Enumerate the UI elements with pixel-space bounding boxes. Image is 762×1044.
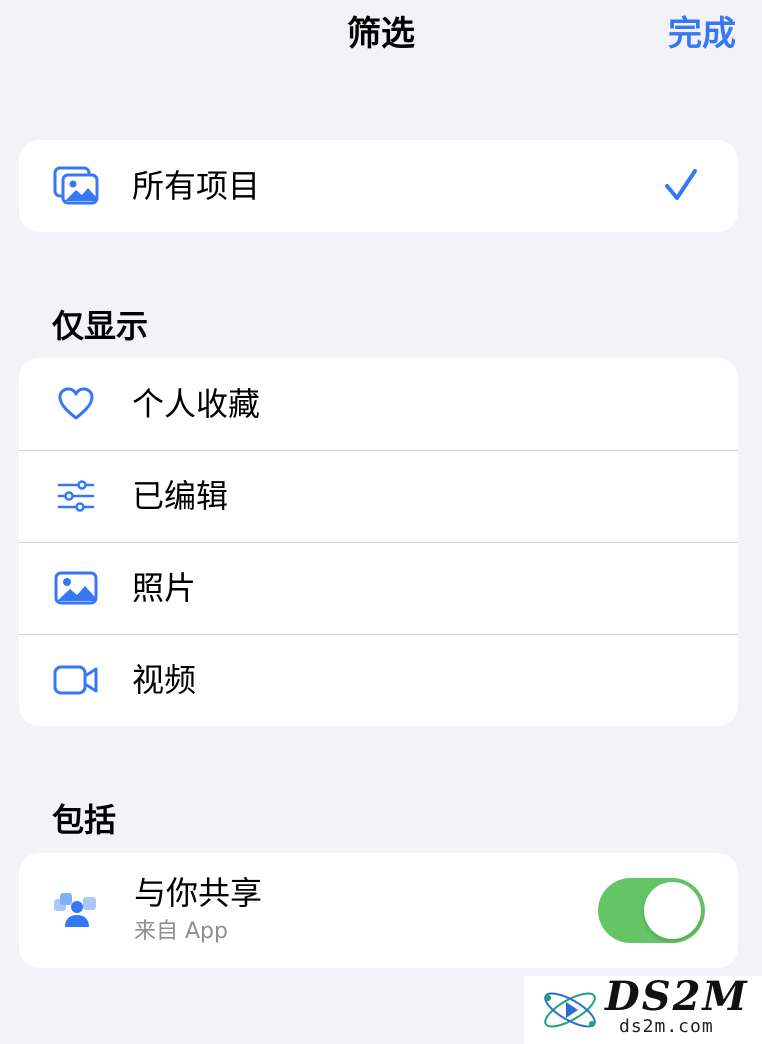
heart-icon [53, 382, 99, 426]
section-header-only-show: 仅显示 [52, 307, 149, 345]
section-header-include: 包括 [52, 801, 117, 839]
all-items-card: 所有项目 [19, 140, 738, 232]
list-item-label: 已编辑 [132, 477, 229, 515]
done-button[interactable]: 完成 [668, 12, 736, 56]
photo-icon [53, 566, 99, 610]
list-item-label: 个人收藏 [132, 385, 261, 423]
list-item-label: 照片 [132, 569, 197, 607]
list-item-edited[interactable]: 已编辑 [19, 450, 738, 542]
photo-stack-icon [53, 164, 99, 208]
shared-with-you-subtitle: 来自 App [134, 919, 228, 944]
video-camera-icon [53, 658, 99, 702]
list-item-label: 视频 [132, 661, 197, 699]
all-items-row[interactable]: 所有项目 [19, 140, 738, 232]
list-item-favorites[interactable]: 个人收藏 [19, 358, 738, 450]
watermark-logo-text: DS2M [605, 973, 749, 1020]
watermark-url: ds2m.com [619, 1016, 714, 1037]
shared-with-you-row: 与你共享 来自 App [19, 853, 738, 968]
sliders-icon [53, 474, 99, 518]
only-show-card: 个人收藏 已编辑 照片 视频 [19, 358, 738, 726]
include-card: 与你共享 来自 App [19, 853, 738, 968]
toggle-knob [644, 882, 701, 939]
list-item-videos[interactable]: 视频 [19, 634, 738, 726]
shared-with-you-icon [53, 889, 99, 933]
shared-with-you-title: 与你共享 [134, 874, 263, 912]
list-item-photos[interactable]: 照片 [19, 542, 738, 634]
shared-with-you-toggle[interactable] [598, 878, 705, 943]
page-title: 筛选 [347, 14, 415, 54]
checkmark-icon [664, 167, 698, 207]
atom-logo-icon [544, 992, 596, 1028]
all-items-label: 所有项目 [132, 167, 261, 205]
